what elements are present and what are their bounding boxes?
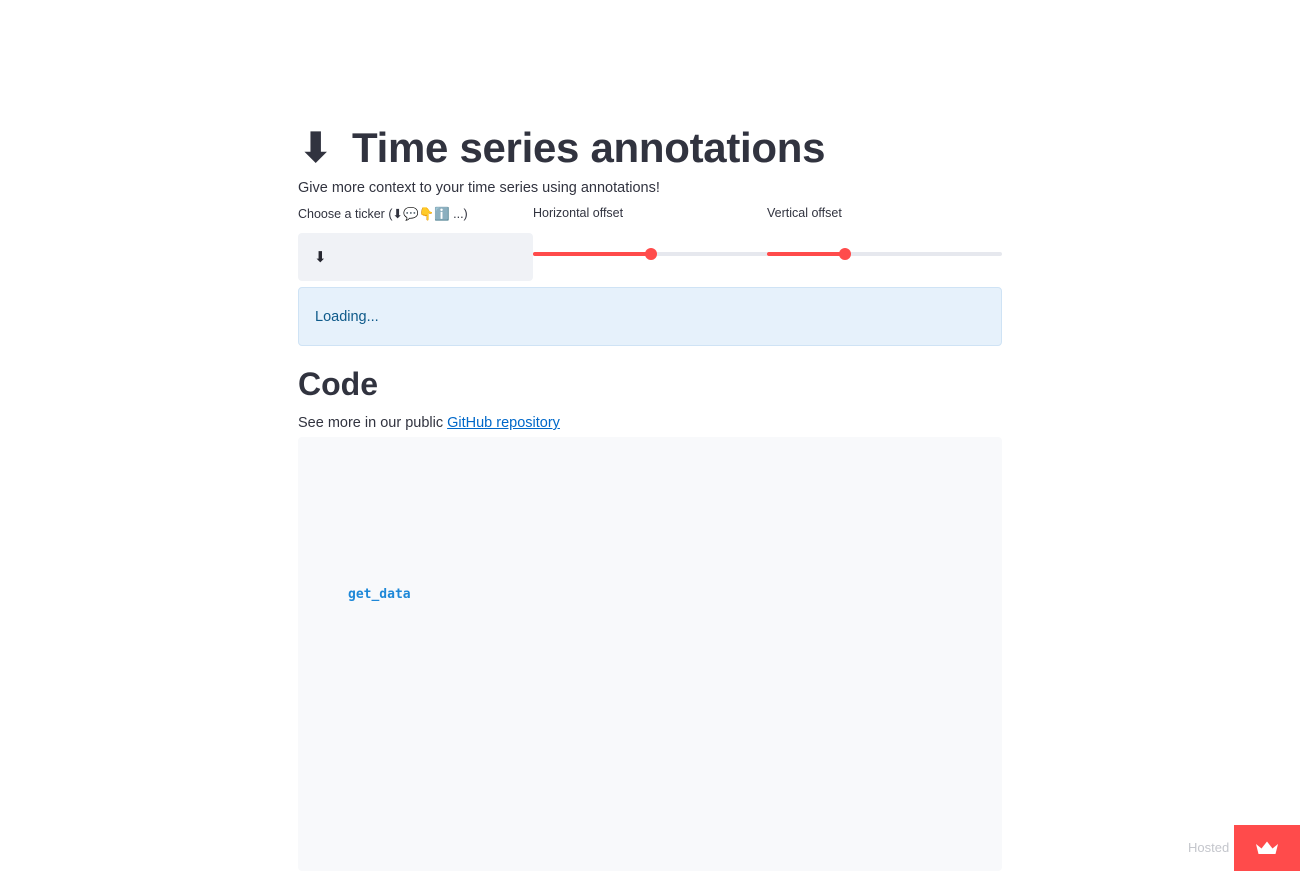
code-heading: Code [298, 366, 378, 402]
streamlit-badge[interactable] [1234, 825, 1300, 871]
slider-thumb[interactable] [644, 248, 657, 260]
page-title-text: Time series annotations [352, 124, 826, 171]
loading-text: Loading... [315, 308, 379, 325]
page-subtitle: Give more context to your time series us… [298, 180, 660, 196]
page-title: ⬇ Time series annotations [298, 120, 825, 176]
slider-fill [533, 252, 651, 256]
ticker-select[interactable]: ⬇ [298, 233, 533, 281]
loading-info-box: Loading... [298, 287, 1002, 346]
github-repo-link[interactable]: GitHub repository [447, 415, 560, 431]
repo-intro-text: See more in our public [298, 415, 448, 431]
ticker-select-label: Choose a ticker (⬇💬👇ℹ️ ...) [298, 207, 468, 221]
code-block: get_data [298, 437, 1002, 871]
slider-fill [767, 252, 845, 256]
repo-link-paragraph: See more in our public GitHub repository [298, 415, 560, 431]
vertical-offset-label: Vertical offset [767, 206, 842, 220]
crown-icon [1256, 841, 1278, 854]
code-token-get-data: get_data [348, 587, 411, 602]
ticker-select-value: ⬇ [314, 248, 327, 266]
slider-thumb[interactable] [838, 248, 851, 260]
app-page: ⬇ Time series annotations Give more conte… [0, 0, 1300, 871]
horizontal-offset-slider[interactable] [533, 246, 768, 262]
hosted-text: Hosted [1188, 840, 1230, 855]
horizontal-offset-label: Horizontal offset [533, 206, 624, 220]
down-arrow-icon: ⬇ [298, 123, 333, 172]
vertical-offset-slider[interactable] [767, 246, 1002, 262]
